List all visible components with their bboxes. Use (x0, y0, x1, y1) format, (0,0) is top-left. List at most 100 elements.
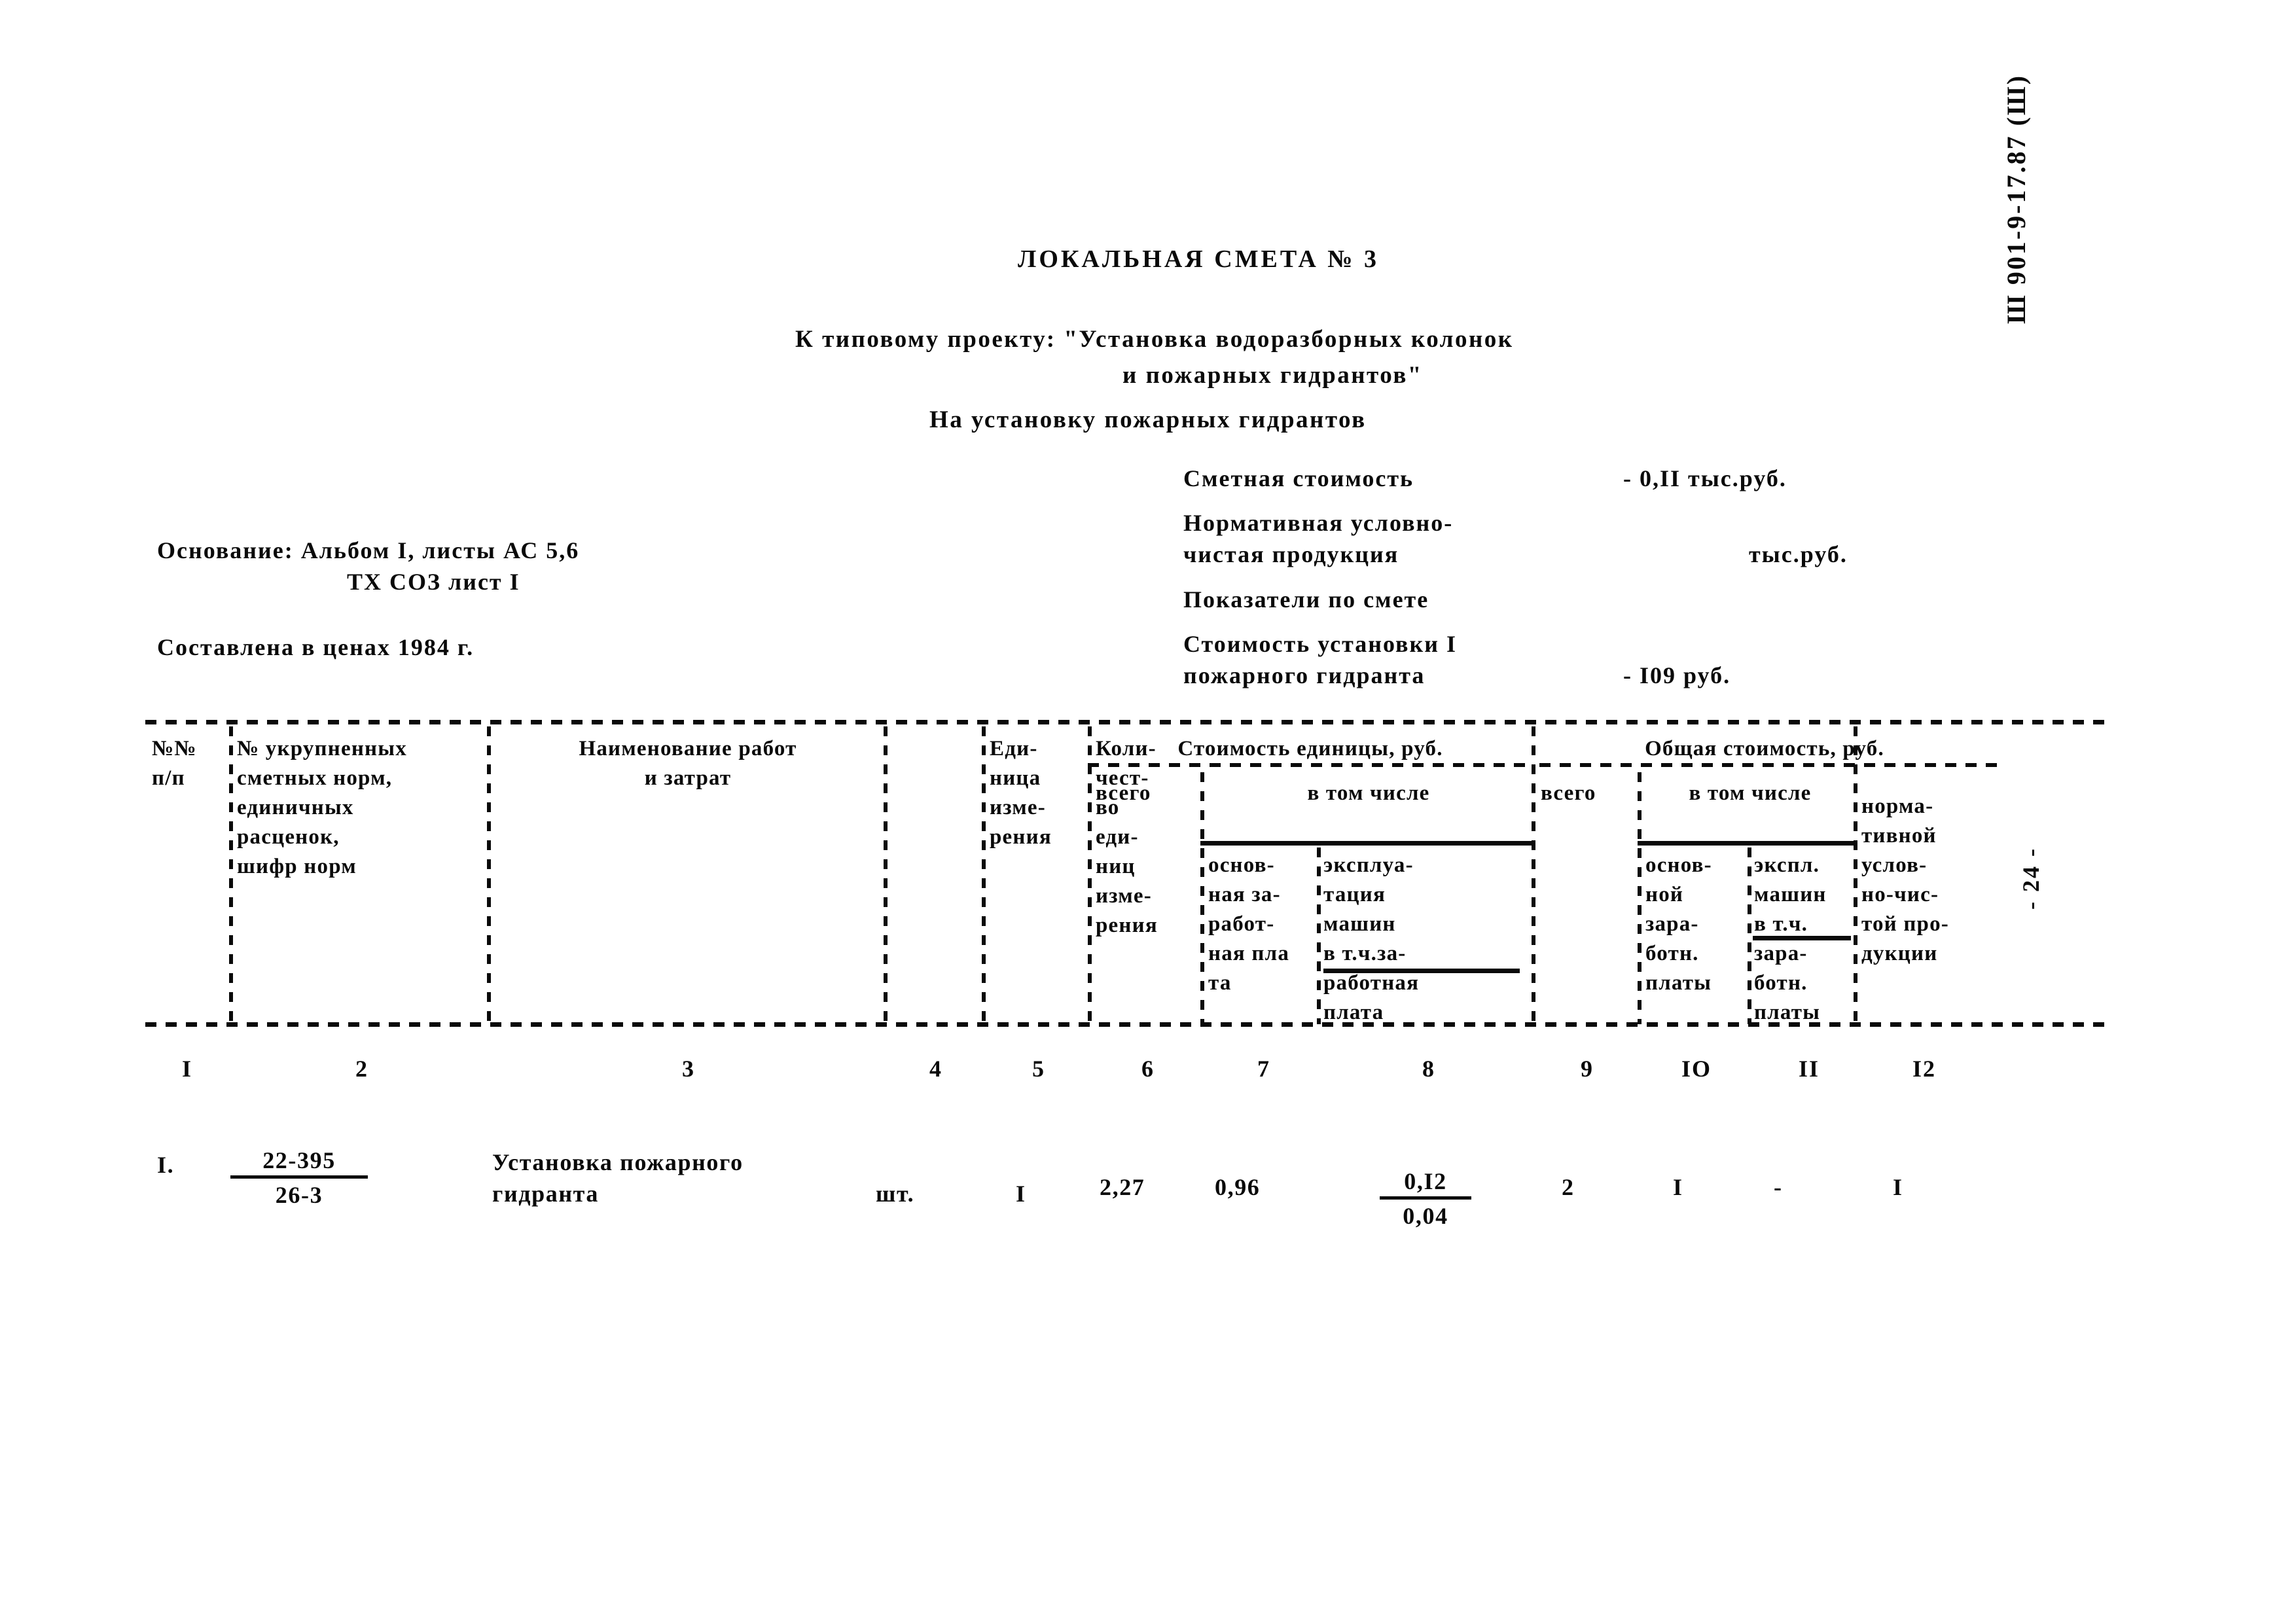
ncp-label-line2: чистая продукция (1183, 541, 1399, 567)
col-header-1-line1: №№ (152, 737, 197, 760)
col-header-11-line2: машин (1754, 883, 1827, 906)
col-header-2-line1: № укрупненных (237, 737, 407, 760)
col-number-4: 4 (929, 1056, 942, 1082)
col-header-7: основ- ная за- работ- ная пла та (1208, 851, 1319, 998)
col-header-3-line1: Наименование работ (579, 737, 797, 760)
col-header-5-line1: Коли- (1096, 737, 1157, 760)
col-number-11: II (1798, 1056, 1820, 1082)
indicators-label: Показатели по смете (1183, 586, 1429, 613)
col-header-11-line5: ботн. (1754, 971, 1808, 995)
col-header-3: Наименование работ и затрат (495, 734, 881, 793)
col-header-1: №№ п/п (152, 734, 230, 793)
col-header-6-vsego: всего (1096, 781, 1151, 805)
col-header-10-line5: платы (1645, 971, 1712, 995)
col-header-11-line3: в т.ч. (1754, 912, 1808, 936)
project-subtitle-line1: К типовому проекту: "Установка водоразбо… (795, 326, 1514, 353)
col-header-5-line5: ниц (1096, 855, 1136, 878)
table-top-border (145, 720, 2109, 724)
row1-col2-denominator: 26-3 (275, 1182, 323, 1208)
col-header-11: экспл. машин в т.ч. зара- ботн. платы (1754, 851, 1856, 1027)
col-header-12-line6: дукции (1861, 942, 1938, 965)
col-sep-3 (884, 726, 888, 1024)
row1-col9: 2 (1562, 1174, 1575, 1200)
col-header-7-line3: работ- (1208, 912, 1275, 936)
estimate-table: Стоимость единицы, руб. Общая стоимость,… (145, 720, 2109, 1086)
col-header-8: эксплуа- тация машин в т.ч.за- работная … (1323, 851, 1526, 1027)
ncp-label-line1: Нормативная условно- (1183, 510, 1454, 536)
row1-col4: шт. (876, 1181, 915, 1207)
col-header-8-line4: в т.ч.за- (1323, 942, 1407, 965)
col-header-7-vtch: в том числе (1307, 781, 1430, 805)
col-header-2-line3: единичных (237, 796, 354, 819)
col-header-4: Еди- ница изме- рения (990, 734, 1088, 852)
basis-line1: Основание: Альбом I, листы АС 5,6 (157, 537, 580, 563)
ncp-value: тыс.руб. (1749, 541, 1848, 567)
row1-col5: I (1016, 1181, 1026, 1207)
col-header-5-line7: рения (1096, 914, 1158, 937)
col-header-7-line2: ная за- (1208, 883, 1281, 906)
row1-col6: 2,27 (1100, 1174, 1145, 1200)
row1-col2-numerator: 22-395 (230, 1147, 368, 1179)
col-header-8-line3: машин (1323, 912, 1396, 936)
col-header-12-line4: но-чис- (1861, 883, 1939, 906)
unit-cost-value: - I09 руб. (1623, 662, 1731, 688)
col-header-10-line3: зара- (1645, 912, 1699, 936)
col-header-10-line2: ной (1645, 883, 1684, 906)
prices-year-note: Составлена в ценах 1984 г. (157, 634, 475, 660)
col-sep-6 (1200, 772, 1204, 1024)
col-number-3: 3 (682, 1056, 695, 1082)
col-header-5: Коли- чест- во еди- ниц изме- рения (1096, 734, 1200, 940)
row1-col7: 0,96 (1215, 1174, 1261, 1200)
col-header-2-line4: расценок, (237, 825, 340, 849)
col-header-9-vsego: всего (1541, 781, 1596, 805)
estimate-cost-label: Сметная стоимость (1183, 465, 1414, 491)
col-header-10-line1: основ- (1645, 853, 1712, 877)
col-header-4-line1: Еди- (990, 737, 1038, 760)
col-header-4-line3: изме- (990, 796, 1046, 819)
project-subtitle-line2: и пожарных гидрантов" (1122, 362, 1423, 389)
col-sep-4 (982, 726, 986, 1024)
col-sep-2 (487, 726, 491, 1024)
col-number-9: 9 (1581, 1056, 1594, 1082)
row1-col3-line1: Установка пожарного (492, 1149, 744, 1175)
col-header-5-line4: еди- (1096, 825, 1139, 849)
document-code-vertical: Ш 901-9-17.87 (Ш) (2001, 73, 2031, 324)
unit-cost-group-underline (1200, 841, 1532, 846)
col-header-12-line5: той про- (1861, 912, 1949, 936)
col-header-11-line1: экспл. (1754, 853, 1820, 877)
col-header-10-line4: ботн. (1645, 942, 1699, 965)
total-cost-group-underline (1638, 841, 1854, 846)
col-header-11-line6: платы (1754, 1001, 1821, 1024)
col-header-3-line2: и затрат (644, 766, 732, 790)
col-sep-9 (1638, 772, 1641, 1024)
project-subtitle-line3: На установку пожарных гидрантов (929, 406, 1367, 433)
unit-cost-label-line1: Стоимость установки I (1183, 631, 1457, 657)
col-sep-8 (1532, 726, 1535, 1024)
col-number-6: 6 (1141, 1056, 1155, 1082)
row1-col8-value: 0,I2 0,04 (1380, 1168, 1471, 1230)
col-header-2-line5: шифр норм (237, 855, 357, 878)
col-header-2-line2: сметных норм, (237, 766, 393, 790)
col-header-12-line3: услов- (1861, 853, 1928, 877)
col-header-7-line4: ная пла (1208, 942, 1290, 965)
row1-col2-code: 22-395 26-3 (230, 1147, 368, 1209)
col-header-10: основ- ной зара- ботн. платы (1645, 851, 1750, 998)
estimate-cost-value: - 0,II тыс.руб. (1623, 465, 1787, 491)
col-header-5-line6: изме- (1096, 884, 1152, 908)
col-number-5: 5 (1032, 1056, 1045, 1082)
col-number-7: 7 (1257, 1056, 1270, 1082)
col-header-12-line1: норма- (1861, 794, 1934, 818)
row1-col10: I (1673, 1174, 1683, 1200)
col-header-1-line2: п/п (152, 766, 185, 790)
document-page: ЛОКАЛЬНАЯ СМЕТА № 3 К типовому проекту: … (0, 0, 2296, 1623)
col-header-12: норма- тивной услов- но-чис- той про- ду… (1861, 792, 2012, 969)
row1-col3-line2: гидранта (492, 1181, 599, 1207)
group-header-total-cost: Общая стоимость, руб. (1645, 737, 1884, 760)
unit-cost-label-line2: пожарного гидранта (1183, 662, 1426, 688)
col-header-7-line5: та (1208, 971, 1232, 995)
col-header-8-line6: плата (1323, 1001, 1384, 1024)
col-header-4-line2: ница (990, 766, 1041, 790)
row1-col8-denominator: 0,04 (1403, 1203, 1448, 1229)
col-header-11-line4: зара- (1754, 942, 1808, 965)
col-header-2: № укрупненных сметных норм, единичных ра… (237, 734, 486, 882)
